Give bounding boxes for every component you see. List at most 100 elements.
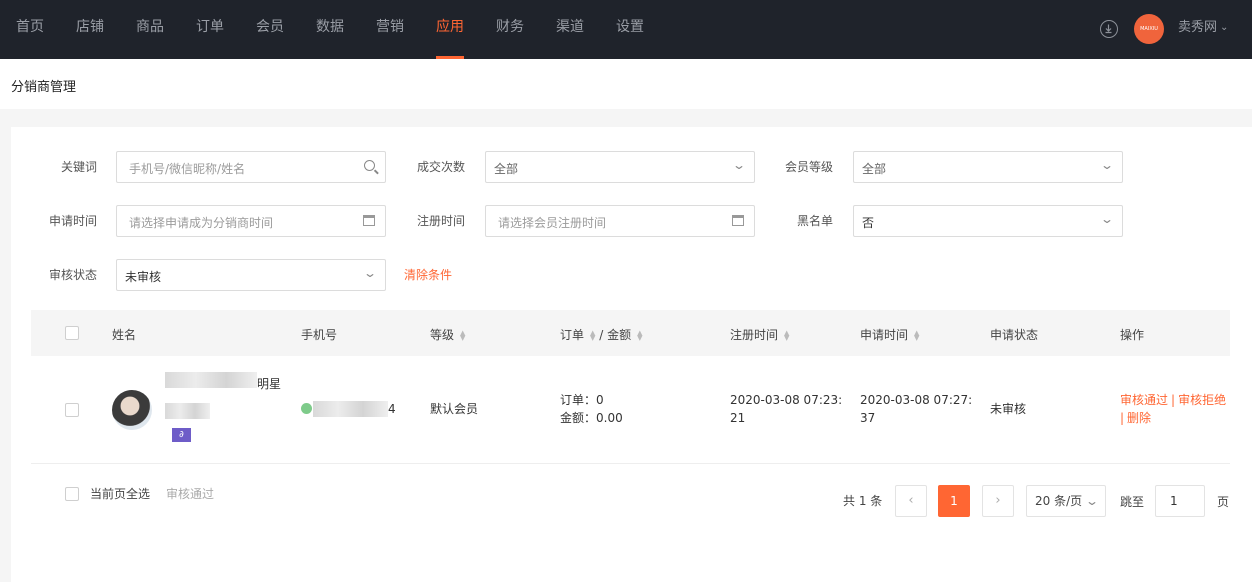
page-unit-label: 页 <box>1217 495 1230 509</box>
chevron-down-icon: ⌄ <box>1084 494 1100 508</box>
select-page-checkbox[interactable] <box>65 487 79 501</box>
apply-time-label: 申请时间 <box>48 214 97 228</box>
amount-label: 金额： <box>560 411 597 425</box>
sort-icon[interactable]: ▲ ▼ <box>460 329 465 341</box>
table-header: 姓名 手机号 等级 ▲ ▼ 订单 ▲ ▼ / 金额 ▲ ▼ 注册时间 ▲ ▼ 申请时间 ▲ ▼ 申请… <box>31 310 1230 356</box>
apply-time-placeholder: 请选择申请成为分销商时间 <box>129 216 274 230</box>
register-time-label: 注册时间 <box>416 214 465 228</box>
column-header-register-time[interactable]: 注册时间 ▲ ▼ <box>730 326 789 343</box>
row-checkbox[interactable] <box>65 403 79 417</box>
nav-item-products[interactable]: 商品 <box>120 0 180 59</box>
chevron-down-icon: ⌄ <box>1099 212 1115 226</box>
register-time-header-label: 注册时间 <box>730 328 779 342</box>
column-header-phone: 手机号 <box>301 328 338 342</box>
order-count: 0 <box>596 393 604 407</box>
chevron-down-icon: ⌄ <box>1099 158 1115 172</box>
audit-status-select[interactable]: 未审核 ⌄ <box>116 259 386 291</box>
batch-approve-button[interactable]: 审核通过 <box>166 485 214 502</box>
sort-icon[interactable]: ▲ ▼ <box>590 329 595 341</box>
amount-header-label: 金额 <box>607 328 632 342</box>
register-time-line2: 21 <box>730 411 746 425</box>
nav-item-orders[interactable]: 订单 <box>180 0 240 59</box>
deal-count-value: 全部 <box>494 162 519 176</box>
header-slash: / <box>599 328 604 342</box>
approve-action[interactable]: 审核通过 <box>1120 393 1168 407</box>
nav-item-data[interactable]: 数据 <box>300 0 360 59</box>
jump-page-input[interactable]: 1 <box>1155 485 1205 517</box>
nav-item-settings[interactable]: 设置 <box>600 0 660 59</box>
order-header-label: 订单 <box>560 328 585 342</box>
page-button-1[interactable]: 1 <box>938 485 970 517</box>
deal-count-label: 成交次数 <box>416 160 465 174</box>
download-icon[interactable] <box>1100 20 1118 38</box>
keyword-search-input[interactable]: 手机号/微信昵称/姓名 <box>116 151 386 183</box>
chevron-down-icon: ⌄ <box>362 266 378 280</box>
column-header-apply-status: 申请状态 <box>990 328 1039 342</box>
apply-time-line2: 37 <box>860 411 876 425</box>
action-separator: | <box>1171 393 1176 407</box>
column-header-apply-time[interactable]: 申请时间 ▲ ▼ <box>860 326 919 343</box>
nav-item-marketing[interactable]: 营销 <box>360 0 420 59</box>
page-title: 分销商管理 <box>11 80 77 95</box>
blacklist-value: 否 <box>862 216 875 230</box>
account-area: MAIXIU 卖秀网 ⌄ <box>1082 0 1252 59</box>
reject-action[interactable]: 审核拒绝 <box>1178 393 1226 407</box>
blurred-nickname <box>165 403 210 419</box>
select-all-checkbox[interactable] <box>65 326 79 340</box>
member-avatar <box>112 390 152 430</box>
register-time-picker[interactable]: 请选择会员注册时间 <box>485 205 755 237</box>
apply-time-picker[interactable]: 请选择申请成为分销商时间 <box>116 205 386 237</box>
apply-status: 未审核 <box>990 402 1027 416</box>
column-header-level[interactable]: 等级 ▲ ▼ <box>430 326 465 343</box>
sort-icon[interactable]: ▲ ▼ <box>784 329 789 341</box>
audit-status-label: 审核状态 <box>48 268 97 282</box>
register-time: 2020-03-08 07:23: 21 <box>730 391 842 427</box>
shop-name[interactable]: 卖秀网 <box>1178 0 1217 56</box>
delete-action[interactable]: 删除 <box>1127 411 1151 425</box>
keyword-placeholder: 手机号/微信昵称/姓名 <box>129 162 246 176</box>
nav-item-members[interactable]: 会员 <box>240 0 300 59</box>
distributor-management-panel: 关键词 手机号/微信昵称/姓名 成交次数 全部 ⌄ 会员等级 全部 ⌄ 申请时间… <box>11 127 1252 582</box>
blacklist-select[interactable]: 否 ⌄ <box>853 205 1123 237</box>
page-size-select[interactable]: 20 条/页 ⌄ <box>1026 485 1106 517</box>
member-level-label: 会员等级 <box>784 160 833 174</box>
prev-page-button[interactable]: ‹ <box>895 485 927 517</box>
nav-item-home[interactable]: 首页 <box>0 0 60 59</box>
page-header: 分销商管理 <box>0 59 1252 109</box>
member-level-value: 全部 <box>862 162 887 176</box>
nav-item-apps[interactable]: 应用 <box>420 0 480 59</box>
chevron-down-icon: ⌄ <box>731 158 747 172</box>
member-name-suffix: 明星 <box>257 377 282 391</box>
nav-item-store[interactable]: 店铺 <box>60 0 120 59</box>
chevron-down-icon[interactable]: ⌄ <box>1220 0 1228 56</box>
level-header-label: 等级 <box>430 328 455 342</box>
row-actions: 审核通过 | 审核拒绝 | 删除 <box>1120 391 1232 427</box>
search-icon[interactable] <box>364 160 375 171</box>
order-amount: 订单：0 金额：0.00 <box>560 391 623 427</box>
next-page-button[interactable]: › <box>982 485 1014 517</box>
nav-item-channels[interactable]: 渠道 <box>540 0 600 59</box>
main-nav: 首页 店铺 商品 订单 会员 数据 营销 应用 财务 渠道 设置 <box>0 0 660 59</box>
member-level-select[interactable]: 全部 ⌄ <box>853 151 1123 183</box>
sort-icon[interactable]: ▲ ▼ <box>914 329 919 341</box>
select-page-label[interactable]: 当前页全选 <box>90 485 150 502</box>
page-size-value: 20 条/页 <box>1035 494 1083 508</box>
apply-time: 2020-03-08 07:27: 37 <box>860 391 972 427</box>
total-count: 共 1 条 <box>843 494 883 508</box>
table-row: 明星 ∂ 4 默认会员 订单：0 金额：0.00 2020-03-08 07:2… <box>31 356 1230 464</box>
calendar-icon <box>363 215 375 226</box>
column-header-order-amount[interactable]: 订单 ▲ ▼ / 金额 ▲ ▼ <box>560 326 643 343</box>
sort-icon[interactable]: ▲ ▼ <box>637 329 642 341</box>
register-time-placeholder: 请选择会员注册时间 <box>498 216 607 230</box>
member-level: 默认会员 <box>430 402 479 416</box>
clear-filters-link[interactable]: 清除条件 <box>404 266 452 283</box>
register-time-line1: 2020-03-08 07:23: <box>730 393 843 407</box>
shop-logo-avatar[interactable]: MAIXIU <box>1134 14 1164 44</box>
amount-value: 0.00 <box>596 411 623 425</box>
audit-status-value: 未审核 <box>125 270 162 284</box>
deal-count-select[interactable]: 全部 ⌄ <box>485 151 755 183</box>
top-navigation-bar: 首页 店铺 商品 订单 会员 数据 营销 应用 财务 渠道 设置 MAIXIU … <box>0 0 1252 59</box>
phone-suffix: 4 <box>388 402 396 416</box>
nav-item-finance[interactable]: 财务 <box>480 0 540 59</box>
blurred-phone <box>313 401 388 417</box>
